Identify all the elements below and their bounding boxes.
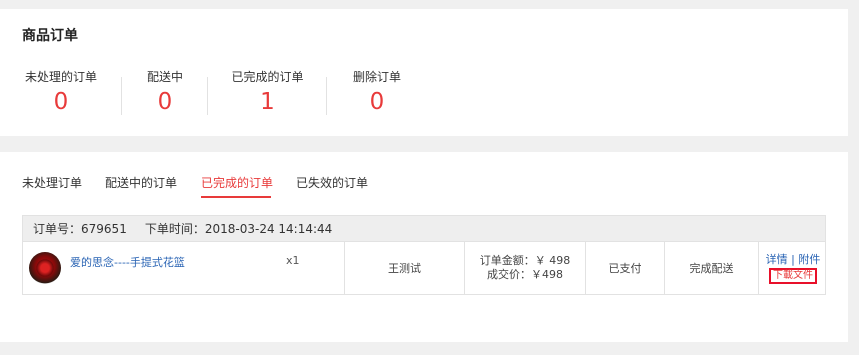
- order-stats: 未处理的订单 0 配送中 0 已完成的订单 1 删除订单 0: [0, 68, 427, 118]
- operations-cell: 详情 | 附件 下載文件: [759, 242, 827, 294]
- tab-delivering[interactable]: 配送中的订单: [105, 174, 177, 191]
- order-time: 下单时间：2018-03-24 14:14:44: [145, 222, 332, 236]
- payment-status: 已支付: [608, 262, 642, 275]
- detail-attachment-links[interactable]: 详情 | 附件: [766, 253, 821, 267]
- stat-deleted[interactable]: 删除订单 0: [327, 68, 427, 118]
- orders-list-panel: 未处理订单 配送中的订单 已完成的订单 已失效的订单 订单号：679651 下单时…: [0, 152, 848, 342]
- tab-expired[interactable]: 已失效的订单: [296, 174, 368, 191]
- payment-status-cell: 已支付: [586, 242, 665, 294]
- stat-delivering[interactable]: 配送中 0: [122, 68, 208, 118]
- goods-orders-panel: 商品订单 未处理的订单 0 配送中 0 已完成的订单 1 删除订单 0: [0, 9, 848, 136]
- stat-completed[interactable]: 已完成的订单 1: [208, 68, 327, 118]
- product-quantity: x1: [286, 254, 300, 267]
- stat-label: 未处理的订单: [24, 70, 97, 84]
- recipient-cell: 王测试: [345, 242, 465, 294]
- product-name-link[interactable]: 爱的思念----手提式花篮: [70, 254, 185, 270]
- order-row: 爱的思念----手提式花篮 x1 王测试 订单金额：￥ 498 成交价：￥498…: [22, 242, 826, 295]
- amount-cell: 订单金额：￥ 498 成交价：￥498: [465, 242, 586, 294]
- order-amount: 订单金额：￥ 498: [479, 254, 571, 267]
- tab-unprocessed[interactable]: 未处理订单: [22, 174, 82, 191]
- delivery-status-cell: 完成配送: [665, 242, 759, 294]
- stat-value: 0: [369, 89, 385, 115]
- order-time-label: 下单时间：: [144, 222, 205, 236]
- product-cell: 爱的思念----手提式花篮 x1: [23, 242, 345, 294]
- flower-basket-image[interactable]: [29, 252, 61, 284]
- stat-unprocessed[interactable]: 未处理的订单 0: [0, 68, 122, 118]
- stat-label: 删除订单: [352, 70, 401, 84]
- recipient-name: 王测试: [388, 262, 421, 275]
- delivery-status: 完成配送: [689, 262, 734, 275]
- deal-price: 成交价：￥498: [487, 268, 563, 281]
- stat-value: 0: [53, 89, 69, 115]
- order-number-label: 订单号：: [33, 222, 82, 236]
- order-time-value: 2018-03-24 14:14:44: [204, 222, 333, 236]
- stat-label: 配送中: [146, 70, 183, 84]
- tab-completed[interactable]: 已完成的订单: [201, 174, 273, 191]
- stat-value: 0: [157, 89, 173, 115]
- order-number-value: 679651: [81, 222, 127, 236]
- order-number: 订单号：679651: [33, 222, 127, 236]
- download-file-link[interactable]: 下載文件: [769, 267, 817, 284]
- stat-value: 1: [260, 89, 275, 115]
- active-tab-underline: [201, 196, 271, 198]
- goods-orders-title: 商品订单: [22, 28, 78, 44]
- order-header: 订单号：679651 下单时间：2018-03-24 14:14:44: [22, 215, 826, 242]
- stat-label: 已完成的订单: [231, 70, 304, 84]
